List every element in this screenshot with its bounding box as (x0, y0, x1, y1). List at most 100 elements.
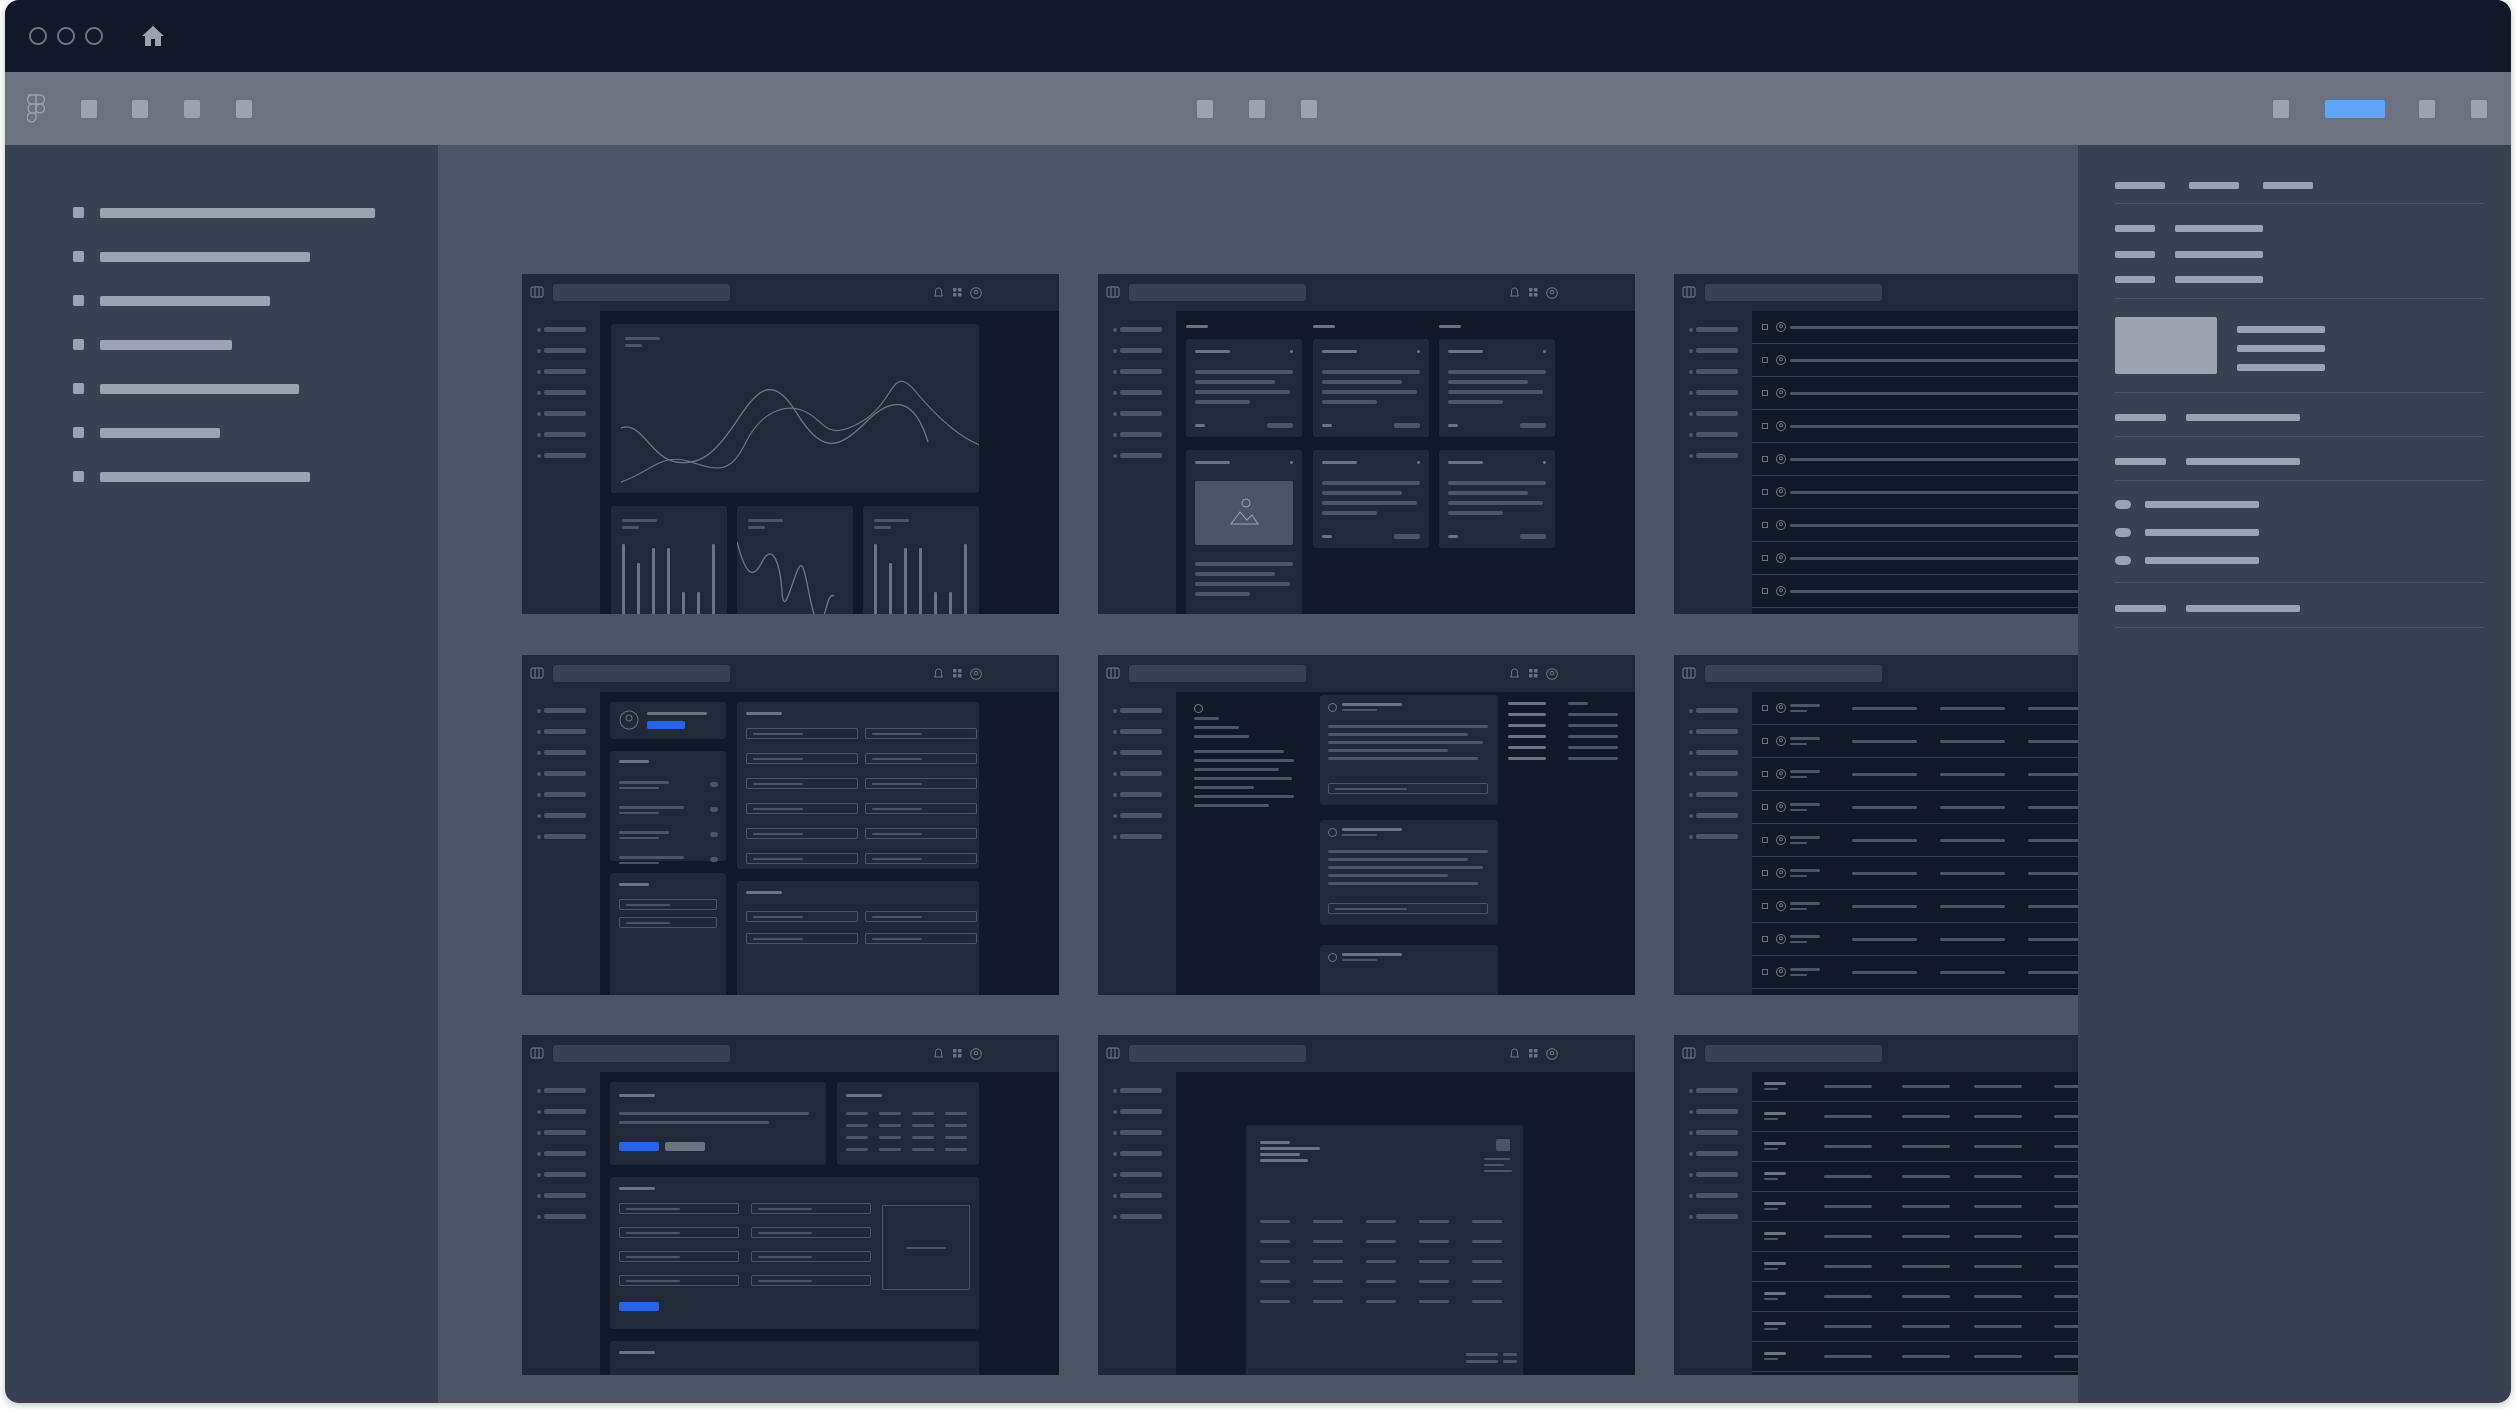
card-menu-icon[interactable] (1417, 461, 1420, 464)
nav-item[interactable] (1696, 1109, 1738, 1114)
nav-item[interactable] (544, 729, 586, 734)
tool-7[interactable] (1301, 100, 1317, 118)
input-field[interactable] (619, 1251, 739, 1262)
toggle-switch[interactable] (710, 782, 718, 787)
screen-search-bar[interactable] (1705, 1045, 1882, 1062)
nav-item[interactable] (1120, 1109, 1162, 1114)
card-menu-icon[interactable] (1290, 350, 1293, 353)
nav-item[interactable] (1120, 771, 1162, 776)
input-field[interactable] (865, 933, 977, 944)
screen-messages[interactable] (1098, 655, 1635, 995)
layer-item-5[interactable] (65, 377, 405, 399)
design-canvas[interactable] (438, 145, 2078, 1403)
home-icon[interactable] (141, 24, 165, 48)
screen-search-bar[interactable] (1129, 665, 1306, 682)
input-field[interactable] (751, 1203, 871, 1214)
layer-item-2[interactable] (65, 245, 405, 267)
layer-item-3[interactable] (65, 289, 405, 311)
nav-item[interactable] (1120, 813, 1162, 818)
tool-6[interactable] (1249, 100, 1265, 118)
nav-item[interactable] (544, 327, 586, 332)
tool-1[interactable] (81, 100, 97, 118)
card-menu-icon[interactable] (1290, 461, 1293, 464)
nav-item[interactable] (544, 1109, 586, 1114)
nav-item[interactable] (1696, 432, 1738, 437)
nav-item[interactable] (1696, 1151, 1738, 1156)
input-field[interactable] (619, 899, 717, 910)
tool-9[interactable] (2419, 100, 2435, 118)
screen-search-bar[interactable] (553, 284, 730, 301)
screen-dashboard[interactable] (522, 274, 1059, 614)
nav-item[interactable] (544, 750, 586, 755)
nav-item[interactable] (1696, 369, 1738, 374)
screen-data-table[interactable] (1674, 1035, 2078, 1375)
input-field[interactable] (746, 778, 858, 789)
input-field[interactable] (865, 853, 977, 864)
screen-search-bar[interactable] (1705, 284, 1882, 301)
nav-item[interactable] (1696, 411, 1738, 416)
nav-item[interactable] (1120, 708, 1162, 713)
input-field[interactable] (746, 853, 858, 864)
nav-item[interactable] (1120, 390, 1162, 395)
secondary-button[interactable] (665, 1142, 705, 1151)
radio-option-3[interactable] (2115, 554, 2315, 574)
layer-item-1[interactable] (65, 201, 405, 223)
radio-option-1[interactable] (2115, 498, 2315, 518)
toggle-switch[interactable] (710, 807, 718, 812)
panel-tab-3[interactable] (2263, 182, 2313, 189)
nav-item[interactable] (1120, 1151, 1162, 1156)
screen-user-table[interactable] (1674, 655, 2078, 995)
screen-settings[interactable] (522, 655, 1059, 995)
nav-item[interactable] (544, 1172, 586, 1177)
nav-item[interactable] (544, 411, 586, 416)
figma-logo-icon[interactable] (27, 94, 45, 124)
input-field[interactable] (865, 778, 977, 789)
property-value[interactable] (2175, 276, 2263, 283)
share-button[interactable] (2325, 100, 2385, 118)
nav-item[interactable] (544, 1151, 586, 1156)
input-field[interactable] (751, 1275, 871, 1286)
nav-item[interactable] (544, 369, 586, 374)
layer-item-6[interactable] (65, 421, 405, 443)
close-button[interactable] (29, 27, 47, 45)
nav-item[interactable] (1696, 771, 1738, 776)
tool-8[interactable] (2273, 100, 2289, 118)
nav-item[interactable] (544, 834, 586, 839)
input-field[interactable] (619, 1227, 739, 1238)
nav-item[interactable] (544, 432, 586, 437)
input-field[interactable] (746, 911, 858, 922)
screen-list[interactable] (1674, 274, 2078, 614)
input-field[interactable] (865, 803, 977, 814)
input-field[interactable] (751, 1227, 871, 1238)
nav-item[interactable] (544, 792, 586, 797)
tool-10[interactable] (2471, 100, 2487, 118)
nav-item[interactable] (1696, 1130, 1738, 1135)
panel-tab-1[interactable] (2115, 182, 2165, 189)
card-menu-icon[interactable] (1543, 461, 1546, 464)
radio-option-2[interactable] (2115, 526, 2315, 546)
edit-profile-button[interactable] (647, 721, 685, 729)
nav-item[interactable] (1696, 1193, 1738, 1198)
nav-item[interactable] (1120, 834, 1162, 839)
screen-search-bar[interactable] (553, 1045, 730, 1062)
nav-item[interactable] (1696, 708, 1738, 713)
maximize-button[interactable] (85, 27, 103, 45)
tool-4[interactable] (236, 100, 252, 118)
screen-form[interactable] (522, 1035, 1059, 1375)
screen-search-bar[interactable] (1705, 665, 1882, 682)
screen-search-bar[interactable] (553, 665, 730, 682)
nav-item[interactable] (1120, 327, 1162, 332)
nav-item[interactable] (1120, 453, 1162, 458)
property-value[interactable] (2186, 605, 2300, 612)
input-field[interactable] (746, 933, 858, 944)
screen-search-bar[interactable] (1129, 284, 1306, 301)
nav-item[interactable] (1696, 750, 1738, 755)
toggle-switch[interactable] (710, 832, 718, 837)
nav-item[interactable] (1120, 1088, 1162, 1093)
nav-item[interactable] (544, 813, 586, 818)
nav-item[interactable] (1696, 1172, 1738, 1177)
input-field[interactable] (1328, 783, 1488, 794)
screen-search-bar[interactable] (1129, 1045, 1306, 1062)
nav-item[interactable] (1120, 432, 1162, 437)
nav-item[interactable] (544, 708, 586, 713)
